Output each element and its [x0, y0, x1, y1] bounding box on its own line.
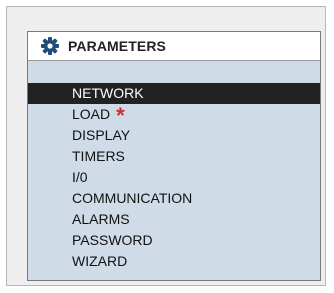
menu-item-password[interactable]: PASSWORD	[28, 230, 320, 251]
menu-item-label: DISPLAY	[72, 127, 131, 143]
outer-frame: PARAMETERS NETWORK LOAD * DISPLAY TIMERS…	[6, 6, 326, 286]
menu-item-network[interactable]: NETWORK	[28, 83, 320, 104]
parameters-panel: PARAMETERS NETWORK LOAD * DISPLAY TIMERS…	[27, 31, 321, 281]
menu-item-timers[interactable]: TIMERS	[28, 146, 320, 167]
menu-item-label: WIZARD	[72, 253, 128, 269]
parameters-menu: NETWORK LOAD * DISPLAY TIMERS I/0 COMMUN…	[28, 83, 320, 272]
menu-item-label: NETWORK	[72, 85, 144, 101]
menu-item-wizard[interactable]: WIZARD	[28, 251, 320, 272]
menu-item-alarms[interactable]: ALARMS	[28, 209, 320, 230]
menu-item-display[interactable]: DISPLAY	[28, 125, 320, 146]
menu-item-label: PASSWORD	[72, 232, 153, 248]
menu-item-label: LOAD	[72, 106, 111, 122]
required-marker: *	[116, 102, 125, 128]
menu-item-label: COMMUNICATION	[72, 190, 193, 206]
menu-item-label: I/0	[72, 169, 88, 185]
gear-icon	[41, 37, 59, 55]
menu-item-communication[interactable]: COMMUNICATION	[28, 188, 320, 209]
menu-item-label: TIMERS	[72, 148, 125, 164]
panel-header: PARAMETERS	[28, 32, 320, 61]
menu-item-load[interactable]: LOAD *	[28, 102, 320, 128]
panel-title: PARAMETERS	[68, 38, 166, 54]
menu-item-io[interactable]: I/0	[28, 167, 320, 188]
menu-item-label: ALARMS	[72, 211, 130, 227]
